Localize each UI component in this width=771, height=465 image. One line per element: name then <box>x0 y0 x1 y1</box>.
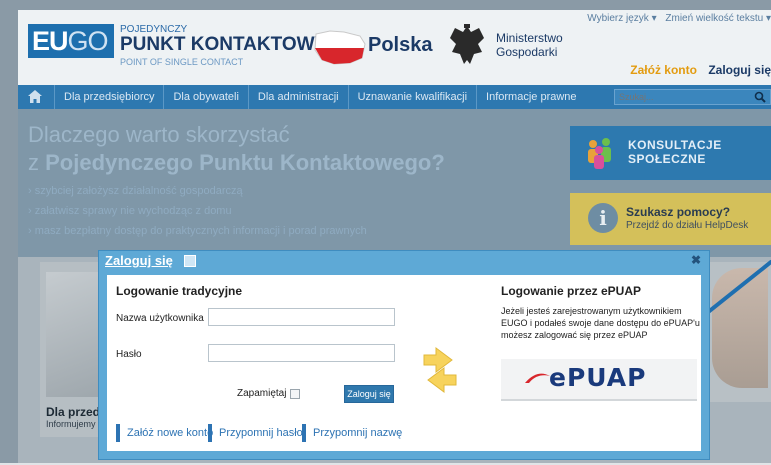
helpdesk-subtitle: Przejdź do działu HelpDesk <box>626 220 749 231</box>
nav-item-administration[interactable]: Dla administracji <box>247 85 348 109</box>
eugo-logo-go: GO <box>67 26 109 56</box>
hero-bullet: załatwisz sprawy nie wychodząc z domu <box>28 201 367 221</box>
business-card-subtitle: Informujemy <box>46 419 96 429</box>
consultations-line-1: KONSULTACJE <box>628 138 722 152</box>
main-nav: Dla przedsiębiorcy Dla obywateli Dla admin… <box>18 85 771 109</box>
hero-section: Dlaczego warto skorzystać z Pojedynczego… <box>18 109 771 257</box>
search-box <box>614 89 771 105</box>
epuap-login-title: Logowanie przez ePUAP <box>501 284 642 298</box>
hero-title: Dlaczego warto skorzystać z Pojedynczego… <box>28 121 445 177</box>
site-header: EUGO POJEDYNCZY PUNKT KONTAKTOWY POINT O… <box>18 10 771 85</box>
eugo-logo[interactable]: EUGO <box>28 24 114 58</box>
login-button[interactable]: Zaloguj się <box>344 385 394 403</box>
pk-english-title: POINT OF SINGLE CONTACT <box>120 57 244 67</box>
business-card-title: Dla przed <box>46 405 101 419</box>
hero-title-line-1: Dlaczego warto skorzystać <box>28 122 290 147</box>
search-input[interactable] <box>615 90 743 104</box>
country-name: Polska <box>368 34 433 56</box>
account-links: Załóż konto Zaloguj się <box>630 63 771 77</box>
language-selector[interactable]: Wybierz język ▾ <box>587 13 656 24</box>
nav-items: Dla przedsiębiorcy Dla obywateli Dla admin… <box>54 85 586 109</box>
right-card[interactable] <box>708 262 771 402</box>
remind-password-link[interactable]: Przypomnij hasło <box>208 424 303 442</box>
page: EUGO POJEDYNCZY PUNKT KONTAKTOWY POINT O… <box>0 0 771 465</box>
hero-title-strong: Pojedynczego Punktu Kontaktowego? <box>45 150 445 175</box>
hero-title-prefix: z <box>28 150 46 175</box>
eagle-emblem-icon <box>450 24 484 64</box>
text-size-selector[interactable]: Zmień wielkość tekstu ▾ <box>665 13 771 24</box>
remember-label: Zapamiętaj <box>237 388 287 399</box>
swap-arrows-icon <box>423 347 457 393</box>
helpdesk-banner[interactable]: i Szukasz pomocy? Przejdź do działu Help… <box>570 193 771 245</box>
search-icon[interactable] <box>754 91 766 103</box>
home-icon[interactable] <box>28 90 42 103</box>
epuap-swoosh-icon <box>525 373 550 383</box>
top-links: Wybierz język ▾ Zmień wielkość tekstu ▾ <box>581 13 771 24</box>
nav-item-business[interactable]: Dla przedsiębiorcy <box>54 85 163 109</box>
close-icon[interactable]: ✖ <box>691 254 703 266</box>
pk-main-title: PUNKT KONTAKTOWY <box>120 34 328 55</box>
hero-bullet: szybciej założysz działalność gospodarcz… <box>28 181 367 201</box>
register-link[interactable]: Załóż konto <box>630 63 697 77</box>
username-field[interactable] <box>208 308 395 326</box>
poland-map-icon <box>314 30 366 65</box>
login-link[interactable]: Zaloguj się <box>708 63 771 77</box>
password-label: Hasło <box>116 349 142 360</box>
nav-item-citizens[interactable]: Dla obywateli <box>163 85 247 109</box>
eugo-logo-eu: EU <box>32 26 69 56</box>
info-icon: i <box>588 203 618 233</box>
consultations-text: KONSULTACJE SPOŁECZNE <box>628 138 722 166</box>
register-new-account-link[interactable]: Załóż nowe konto <box>116 424 213 442</box>
consultations-line-2: SPOŁECZNE <box>628 152 706 166</box>
people-icon <box>588 138 611 169</box>
remember-checkbox[interactable] <box>290 389 300 399</box>
popout-icon[interactable] <box>184 255 196 267</box>
epuap-description: Jeżeli jesteś zarejestrowanym użytkownik… <box>501 306 700 340</box>
dialog-title[interactable]: Zaloguj się <box>105 253 173 268</box>
hero-bullets: szybciej założysz działalność gospodarcz… <box>28 181 367 241</box>
ministry-line-2: Gospodarki <box>496 45 558 59</box>
hero-bullet: masz bezpłatny dostęp do praktycznych in… <box>28 221 367 241</box>
dialog-body: Logowanie tradycyjne Nazwa użytkownika H… <box>107 275 701 451</box>
password-field[interactable] <box>208 344 395 362</box>
ministry-line-1: Ministerstwo <box>496 31 563 45</box>
traditional-login-title: Logowanie tradycyjne <box>116 284 243 298</box>
person-photo-right <box>712 268 768 388</box>
consultations-banner[interactable]: KONSULTACJE SPOŁECZNE <box>570 126 771 180</box>
nav-item-qualifications[interactable]: Uznawanie kwalifikacji <box>347 85 476 109</box>
username-label: Nazwa użytkownika <box>116 313 204 324</box>
epuap-login-button[interactable]: ePUAP <box>501 359 697 401</box>
remind-username-link[interactable]: Przypomnij nazwę <box>302 424 402 442</box>
nav-item-legal[interactable]: Informacje prawne <box>476 85 586 109</box>
login-dialog: Zaloguj się ✖ Logowanie tradycyjne Nazwa… <box>98 250 710 460</box>
hero-title-line-2: z Pojedynczego Punktu Kontaktowego? <box>28 149 445 177</box>
helpdesk-title: Szukasz pomocy? <box>626 205 731 219</box>
epuap-logo: ePUAP <box>549 363 647 392</box>
ministry-name: Ministerstwo Gospodarki <box>496 31 563 59</box>
